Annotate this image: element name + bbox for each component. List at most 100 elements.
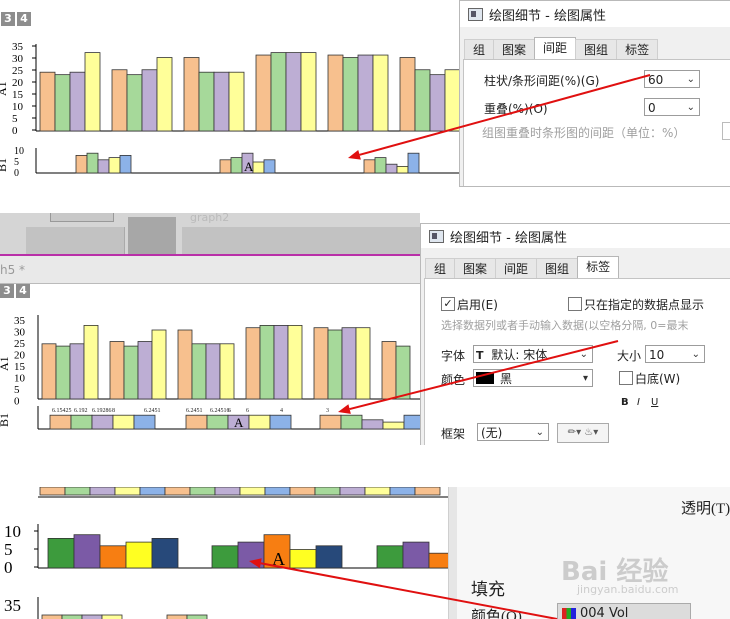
bar [219, 343, 235, 400]
y-tick-label: 5 [14, 384, 20, 396]
note-input-edge[interactable] [722, 122, 730, 140]
bar [177, 329, 193, 400]
tab-spacing[interactable]: 间距 [495, 258, 538, 279]
bar [259, 325, 275, 400]
tab-pattern[interactable]: 图案 [454, 258, 497, 279]
bar [119, 154, 132, 174]
bar [313, 327, 329, 400]
color-label: 颜色 [441, 373, 466, 387]
axis-label-a1: A1 [0, 356, 11, 371]
enable-checkbox[interactable]: ✓ [441, 297, 455, 311]
y-tick-label: 25 [12, 65, 24, 77]
tab-labels[interactable]: 标签 [577, 256, 620, 279]
bar [248, 414, 271, 430]
tab-pattern[interactable]: 图案 [493, 39, 536, 60]
bar [89, 487, 116, 496]
bar [395, 345, 411, 400]
size-combo[interactable]: 10 ⌄ [645, 345, 705, 363]
bar [402, 541, 430, 569]
bar [101, 614, 123, 619]
bar [289, 487, 316, 496]
font-value: 默认: 宋体 [491, 348, 548, 362]
bar [39, 71, 56, 132]
tab-spacing[interactable]: 间距 [534, 37, 577, 60]
bar [264, 487, 291, 496]
bar [228, 71, 245, 132]
bar [108, 157, 121, 174]
frame-combo[interactable]: (无) ⌄ [477, 423, 549, 441]
color-field-combo[interactable]: 004 Vol [557, 603, 691, 619]
overlap-combo[interactable]: 0 ⌄ [644, 98, 700, 116]
bar [41, 614, 63, 619]
data-label: 3 [326, 408, 329, 414]
panel-3-dialog: 透明(T) 填充 颜色(O) 004 Vol Bai 经验 jingyan.ba… [448, 487, 730, 619]
y-tick-label: 35 [12, 41, 24, 53]
bold-button[interactable]: B [621, 397, 629, 408]
color-combo[interactable]: 黑 ▾ [473, 369, 593, 387]
dialog-titlebar[interactable]: 绘图细节 - 绘图属性 [421, 224, 730, 248]
bar [185, 414, 208, 430]
bar [39, 487, 66, 496]
bar [156, 57, 173, 132]
white-bg-checkbox[interactable] [619, 371, 633, 385]
gap-combo[interactable]: 60 ⌄ [644, 70, 700, 88]
data-label: 6.192 [74, 408, 88, 414]
bar [54, 74, 71, 132]
palette-swatch-icon [562, 608, 576, 619]
bar [141, 69, 158, 132]
y-tick-label: 35 [14, 315, 26, 327]
enable-label: 启用(E) [457, 298, 498, 312]
only-selected-checkbox[interactable] [568, 297, 582, 311]
bar [340, 414, 363, 430]
dialog-titlebar[interactable]: 绘图细节 - 绘图属性 [460, 1, 730, 27]
y-tick-label: 10 [14, 146, 24, 157]
bar [245, 327, 261, 400]
bar [314, 487, 341, 496]
tab-graph-group[interactable]: 图组 [575, 39, 618, 60]
transparency-label: 透明(T) [681, 501, 730, 517]
bar [376, 545, 404, 569]
font-combo[interactable]: T 默认: 宋体 ⌄ [473, 345, 593, 363]
bar [285, 52, 302, 132]
y-tick-label: 5 [12, 113, 18, 125]
overlap-label: 重叠(%)(O) [484, 102, 548, 116]
frame-color-button[interactable]: ✏▾ ♨▾ [557, 423, 609, 443]
bar-label: A [234, 415, 244, 430]
bar [327, 54, 344, 132]
bar [399, 57, 416, 132]
tab-labels[interactable]: 标签 [616, 39, 659, 60]
panel-3-chart: 1050 A 35 [4, 487, 448, 619]
y-tick-label: 15 [12, 89, 24, 101]
bar [206, 414, 229, 430]
tab-group[interactable]: 组 [464, 39, 495, 60]
panel-3-graph: 10 5 0 A 35 [0, 487, 448, 619]
frame-label: 框架 [441, 427, 466, 441]
bar [381, 341, 397, 400]
bar [137, 341, 153, 400]
color-field-label: 颜色(O) [471, 609, 522, 619]
bar [396, 165, 409, 174]
bar [123, 345, 139, 400]
panel-1-dialog: 绘图细节 - 绘图属性 组 图案 间距 图组 标签 柱状/条形间距(%)(G) … [459, 0, 730, 187]
y-tick-label: 5 [14, 157, 19, 168]
bar [444, 69, 460, 132]
bar [363, 159, 376, 174]
white-bg-label: 白底(W) [635, 372, 681, 386]
y-tick-label: 15 [14, 361, 26, 373]
bar [49, 414, 72, 430]
bar [133, 414, 156, 430]
bar [91, 414, 114, 430]
bar [166, 614, 188, 619]
gap-value: 60 [648, 73, 664, 87]
tab-graph-group[interactable]: 图组 [536, 258, 579, 279]
data-label: 6 [228, 408, 231, 414]
dialog-window-icon [429, 229, 444, 243]
italic-button[interactable]: I [637, 397, 640, 408]
underline-button[interactable]: U [651, 397, 658, 408]
bar [69, 343, 85, 400]
bar [407, 152, 420, 174]
bar [73, 534, 101, 569]
y-tick-label: 0 [12, 125, 18, 137]
tab-group[interactable]: 组 [425, 258, 456, 279]
dialog-left-shade [449, 487, 457, 619]
